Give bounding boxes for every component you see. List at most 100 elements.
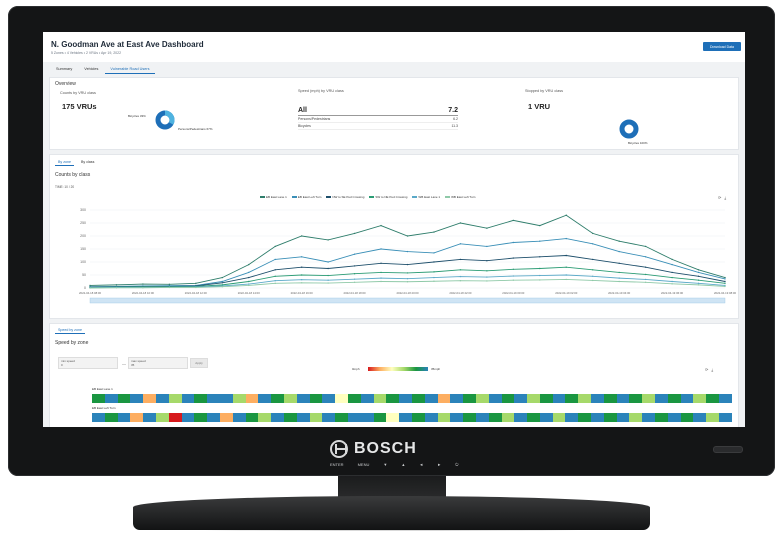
max-speed-value: 35 <box>131 363 135 367</box>
y-tick-label: 50 <box>82 273 86 277</box>
data-point <box>539 274 541 277</box>
data-point <box>221 282 223 284</box>
tab-by-class[interactable]: By class <box>78 159 97 166</box>
legend-item[interactable]: NW to SE Ped Crossing <box>326 195 364 199</box>
download-data-button[interactable]: Download Data <box>703 42 741 51</box>
data-point <box>486 260 488 262</box>
x-tick-label: 2022-04-18 20:00 <box>396 291 419 295</box>
heat-cell <box>283 413 297 422</box>
heat-cell <box>232 413 246 422</box>
legend-item[interactable]: WB East Lane 1 <box>412 195 440 199</box>
data-point <box>592 279 594 282</box>
heat-cell <box>335 394 348 403</box>
x-tick-label: 2022-04-18 14:00 <box>238 291 261 295</box>
legend-item[interactable]: WB East Left Turn <box>445 195 475 199</box>
heat-cell <box>360 413 374 422</box>
heat-cell <box>539 413 553 422</box>
main-tabs: Summary Vehicles Vulnerable Road Users <box>51 65 155 74</box>
control-menu[interactable]: MENU <box>358 462 370 467</box>
download-icon[interactable]: ⤓ <box>711 367 713 372</box>
heat-cell <box>130 394 144 403</box>
tab-vehicles[interactable]: Vehicles <box>79 65 103 74</box>
tab-summary[interactable]: Summary <box>51 65 77 74</box>
data-point <box>274 245 276 248</box>
data-point <box>565 274 567 276</box>
control-up[interactable]: ▲ <box>401 462 405 467</box>
donut-label-stopped: Bicycles 100% <box>628 141 648 145</box>
control-right[interactable]: ► <box>437 462 441 467</box>
data-point <box>353 273 356 275</box>
data-point <box>300 256 303 258</box>
refresh-icon[interactable]: ⟳ <box>705 367 708 372</box>
page-subtitle: 5 Zones • 4 Vehicles • 2 VRUs • Apr 19, … <box>51 51 122 55</box>
chart-subtabs: By zone By class <box>55 159 97 166</box>
power-icon[interactable]: ⏻ <box>455 462 458 467</box>
heat-cell <box>411 394 425 403</box>
y-tick-label: 200 <box>80 234 86 238</box>
control-left[interactable]: ◄ <box>419 462 423 467</box>
data-point <box>697 269 700 271</box>
data-point <box>724 276 726 279</box>
legend-item[interactable]: SW to NE Ped Crossing <box>369 195 407 199</box>
data-point <box>671 276 673 279</box>
data-point <box>618 240 620 242</box>
speed-row-value: 6.2 <box>453 117 458 121</box>
heat-cell <box>578 394 592 403</box>
speed-table: All 7.2 Persons/Pedestrians 6.2 Bicycles 11… <box>298 106 458 130</box>
data-point <box>248 276 250 279</box>
heat-cell <box>488 394 502 403</box>
heat-cell <box>514 413 528 422</box>
max-speed-field[interactable]: max speed 35 <box>128 357 188 369</box>
bosch-mark-icon <box>330 440 348 458</box>
heat-cell <box>719 394 732 403</box>
data-point <box>115 284 118 286</box>
heat-cell <box>309 394 323 403</box>
heat-cell <box>168 394 182 403</box>
legend-swatch <box>445 196 451 198</box>
tab-vulnerable-road-users[interactable]: Vulnerable Road Users <box>105 65 155 74</box>
tab-by-zone[interactable]: By zone <box>55 159 74 166</box>
data-point <box>380 248 382 250</box>
legend-item[interactable]: EB East Lane 1 <box>260 195 287 199</box>
data-point <box>353 281 356 283</box>
heat-cell <box>437 413 451 422</box>
data-point <box>433 276 435 279</box>
data-point <box>512 279 515 281</box>
dashboard-header: N. Goodman Ave at East Ave Dashboard 5 Z… <box>43 32 745 62</box>
data-point <box>380 262 382 264</box>
heat-cell <box>578 413 592 422</box>
data-point <box>406 281 409 283</box>
data-point <box>512 257 515 259</box>
heat-cell <box>181 394 195 403</box>
scale-max-label: 35mph <box>431 367 441 371</box>
data-point <box>592 232 594 235</box>
power-button[interactable] <box>713 446 743 453</box>
heat-cell <box>155 394 169 403</box>
bosch-logo: BOSCH <box>330 438 490 460</box>
data-point <box>433 252 435 254</box>
apply-button[interactable]: Apply <box>190 358 208 368</box>
legend-item[interactable]: EB East Left Turn <box>291 195 321 199</box>
heat-cell <box>527 394 540 403</box>
heat-cell <box>450 413 464 422</box>
control-down[interactable]: ▼ <box>383 462 387 467</box>
tab-speed-by-zone[interactable]: Speed by zone <box>55 327 85 334</box>
data-point <box>644 281 647 283</box>
y-tick-label: 100 <box>80 260 86 264</box>
speed-color-scale <box>368 367 428 371</box>
data-point <box>406 250 409 253</box>
legend-label: NW to SE Ped Crossing <box>332 195 365 199</box>
control-enter[interactable]: ENTER <box>330 462 344 467</box>
heat-cell <box>514 394 528 403</box>
heat-cell <box>719 413 732 422</box>
heatmap-tools: ⟳ ⤓ <box>705 367 713 372</box>
heat-cell <box>680 413 694 422</box>
series-line <box>89 255 726 288</box>
heat-cell <box>603 413 617 422</box>
x-tick-label: 2022-04-19 08:00 <box>714 291 737 295</box>
data-point <box>380 224 382 227</box>
data-point <box>486 227 488 229</box>
min-speed-field[interactable]: min speed 0 <box>58 357 118 369</box>
speed-label: Speed (mph) by VRU class <box>298 89 344 93</box>
data-point <box>221 286 223 288</box>
